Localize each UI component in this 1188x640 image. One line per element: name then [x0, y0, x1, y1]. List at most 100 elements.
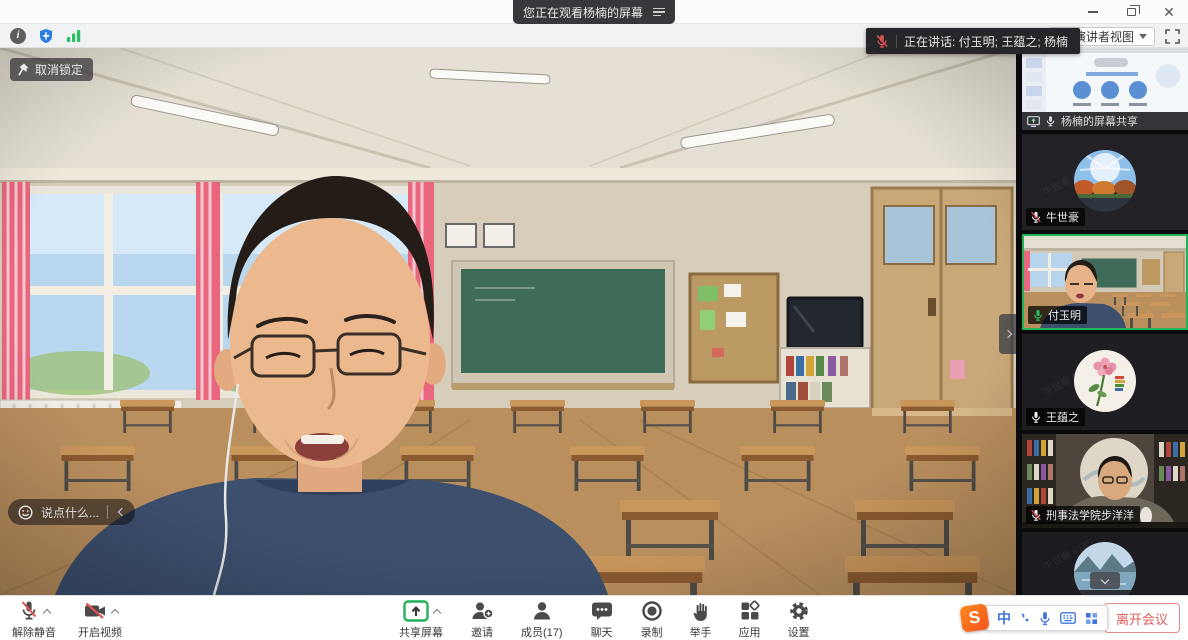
main-video-stage: 取消锁定 说点什么...	[0, 48, 1016, 595]
speaking-toast: 正在讲话: 付玉明; 王蕴之; 杨楠	[866, 28, 1080, 54]
mic-muted-icon	[1030, 509, 1042, 521]
apps-button[interactable]: 应用	[739, 599, 761, 640]
minimize-button[interactable]	[1074, 0, 1112, 24]
maximize-button[interactable]	[1112, 0, 1150, 24]
chat-label: 聊天	[591, 624, 613, 640]
ime-panel: 中	[984, 605, 1108, 631]
chevron-right-icon	[1003, 330, 1011, 338]
chat-icon	[590, 600, 614, 622]
window-title: 您正在观看杨楠的屏幕	[523, 4, 643, 21]
bottom-toolbar: 解除静音 开启视频 共享屏幕	[0, 595, 1188, 640]
maximize-icon	[1127, 8, 1136, 16]
participant-tile-buyangyang[interactable]: 刑事法学院步洋洋	[1022, 434, 1188, 528]
raise-hand-label: 举手	[690, 624, 712, 640]
share-screen-button[interactable]: 共享屏幕	[399, 599, 443, 640]
security-shield-icon[interactable]	[38, 28, 54, 44]
minimize-icon	[1088, 11, 1098, 13]
chat-button[interactable]: 聊天	[590, 599, 614, 640]
mic-muted-icon	[1030, 211, 1042, 223]
ime-punctuation-toggle[interactable]	[1020, 612, 1030, 624]
participant-tile-more[interactable]: 牛世豪 6185	[1022, 532, 1188, 595]
ime-toolbar: S 中	[961, 605, 1108, 631]
mic-on-icon	[1030, 411, 1042, 423]
invite-icon	[470, 600, 494, 622]
members-button[interactable]: 成员(17)	[521, 599, 563, 640]
meeting-window: 您正在观看杨楠的屏幕 ✕ i 56 演讲者视图	[0, 0, 1188, 640]
close-button[interactable]: ✕	[1150, 0, 1188, 24]
participant-name: 牛世豪	[1046, 209, 1079, 225]
ime-toolbox-icon[interactable]	[1085, 612, 1098, 625]
avatar	[1074, 150, 1136, 212]
start-video-button[interactable]: 开启视频	[78, 599, 122, 640]
participants-sidebar: 杨楠的屏幕共享 牛世豪 6185 牛世豪	[1022, 48, 1188, 595]
mic-active-icon	[1032, 309, 1044, 321]
screen-share-label-bar: 杨楠的屏幕共享	[1022, 112, 1188, 130]
unpin-label: 取消锁定	[35, 61, 83, 78]
camera-options-chevron[interactable]	[110, 608, 118, 616]
share-screen-label: 共享屏幕	[399, 624, 443, 640]
sidebar-collapse-handle[interactable]	[999, 314, 1016, 354]
raise-hand-button[interactable]: 举手	[690, 599, 712, 640]
ime-language-toggle[interactable]: 中	[997, 608, 1011, 628]
chevron-down-icon	[1101, 575, 1109, 583]
camera-off-icon	[83, 601, 107, 621]
raise-hand-icon	[691, 600, 711, 622]
view-mode-label: 演讲者视图	[1074, 28, 1134, 45]
unmute-button[interactable]: 解除静音	[12, 599, 56, 640]
network-signal-icon[interactable]	[66, 29, 82, 43]
chevron-left-icon[interactable]	[118, 508, 126, 516]
record-button[interactable]: 录制	[641, 599, 663, 640]
titlebar: 您正在观看杨楠的屏幕 ✕	[0, 0, 1188, 24]
share-screen-icon	[403, 600, 429, 622]
emoji-icon[interactable]	[18, 505, 33, 520]
screen-share-icon	[1027, 116, 1040, 127]
invite-button[interactable]: 邀请	[470, 599, 494, 640]
share-options-chevron[interactable]	[432, 608, 440, 616]
start-video-label: 开启视频	[78, 624, 122, 640]
caret-down-icon	[1139, 34, 1147, 39]
sogou-input-icon[interactable]: S	[959, 603, 989, 633]
screen-share-tile[interactable]: 杨楠的屏幕共享	[1022, 48, 1188, 130]
avatar	[1074, 350, 1136, 412]
apps-icon	[739, 600, 761, 622]
participant-tile-niushihao[interactable]: 牛世豪 6185 牛世豪	[1022, 134, 1188, 230]
mic-muted-icon	[19, 600, 39, 622]
participant-name: 王蕴之	[1046, 409, 1079, 425]
record-icon	[641, 600, 663, 622]
fullscreen-icon[interactable]	[1165, 29, 1180, 44]
record-label: 录制	[641, 624, 663, 640]
mic-on-icon	[1045, 115, 1056, 127]
ime-voice-icon[interactable]	[1039, 611, 1051, 626]
banner-menu-icon[interactable]	[653, 8, 665, 17]
leave-meeting-button[interactable]: 离开会议	[1104, 603, 1180, 633]
apps-label: 应用	[739, 624, 761, 640]
unpin-button[interactable]: 取消锁定	[10, 58, 93, 81]
members-label: 成员(17)	[521, 624, 563, 640]
participant-name: 刑事法学院步洋洋	[1046, 507, 1134, 523]
settings-gear-icon	[788, 600, 810, 622]
meeting-info-icon[interactable]: i	[10, 28, 26, 44]
chat-divider	[107, 505, 108, 519]
screen-watch-banner: 您正在观看杨楠的屏幕	[513, 0, 675, 24]
participant-name: 付玉明	[1048, 307, 1081, 323]
invite-label: 邀请	[471, 624, 493, 640]
toast-divider	[896, 35, 897, 48]
participant-tile-fuyuming[interactable]: 付玉明	[1022, 234, 1188, 330]
window-controls: ✕	[1074, 0, 1188, 24]
mic-muted-icon	[875, 34, 889, 48]
speaking-toast-text: 正在讲话: 付玉明; 王蕴之; 杨楠	[904, 33, 1068, 50]
mic-options-chevron[interactable]	[42, 608, 50, 616]
ime-keyboard-icon[interactable]	[1060, 612, 1076, 624]
participant-name-chip: 刑事法学院步洋洋	[1026, 506, 1140, 524]
members-icon	[531, 600, 553, 622]
quick-chat-bar[interactable]: 说点什么...	[8, 499, 135, 525]
pin-icon	[17, 63, 29, 76]
participant-name-chip: 牛世豪	[1026, 208, 1085, 226]
close-icon: ✕	[1163, 5, 1175, 19]
classroom-virtual-background	[0, 48, 1016, 595]
participant-tile-wangyunzhi[interactable]: 牛世豪 6185 王蕴之	[1022, 334, 1188, 430]
scroll-more-participants-button[interactable]	[1090, 572, 1120, 589]
participant-name-chip: 付玉明	[1028, 306, 1087, 324]
settings-button[interactable]: 设置	[788, 599, 810, 640]
screen-share-label: 杨楠的屏幕共享	[1061, 113, 1138, 129]
